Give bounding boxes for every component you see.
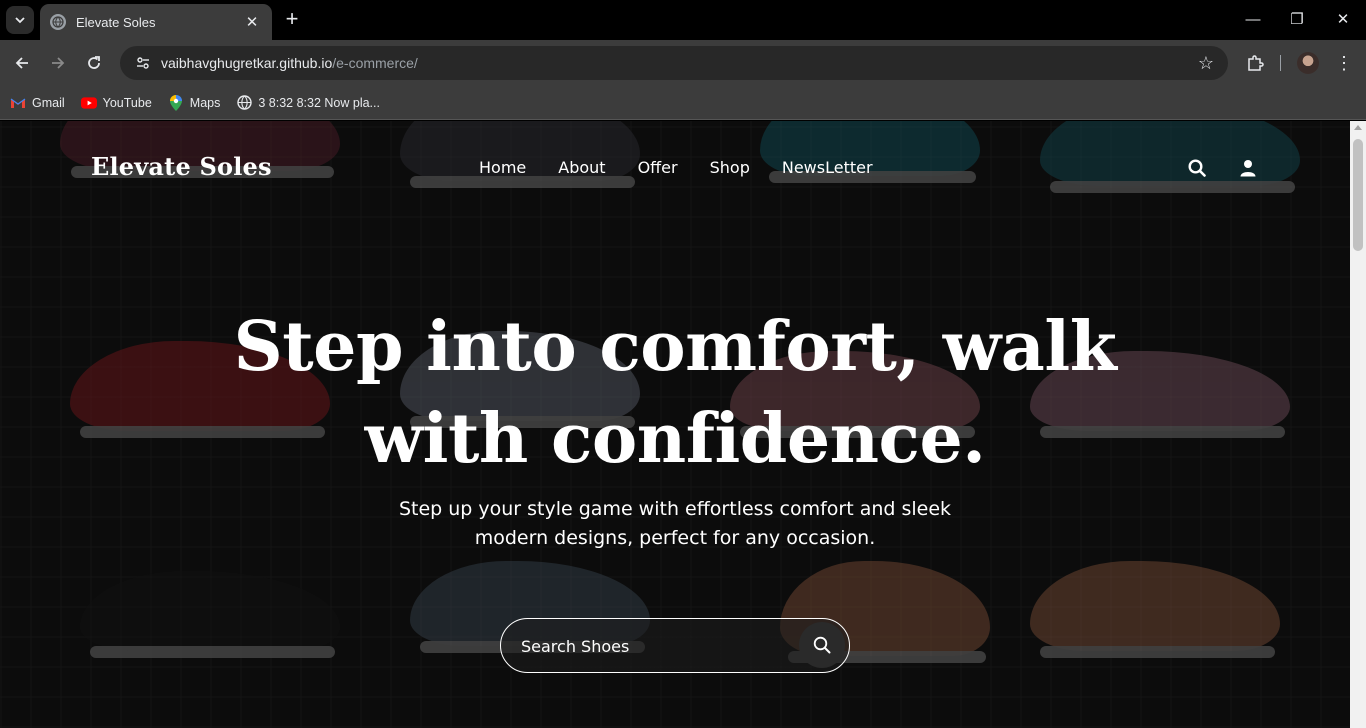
maps-icon [168,94,184,111]
bookmark-maps[interactable]: Maps [168,94,221,111]
tab-strip: Elevate Soles ✕ + — ❐ ✕ [0,0,1366,40]
forward-arrow-icon [52,57,65,69]
youtube-icon [80,95,97,111]
browser-toolbar: vaibhavghugretkar.github.io/e-commerce/ … [0,40,1366,86]
window-close-button[interactable]: ✕ [1328,8,1358,32]
bookmark-label: 3 8:32 8:32 Now pla... [258,95,380,110]
site-settings-icon[interactable] [134,54,152,72]
scroll-up-arrow-icon[interactable] [1354,125,1362,130]
url-path: /e-commerce/ [332,55,418,71]
menu-kebab-icon[interactable]: ⋮ [1334,51,1354,75]
bookmark-label: YouTube [102,95,152,110]
scroll-thumb[interactable] [1353,139,1363,251]
search-icon[interactable] [1186,157,1208,179]
nav-newsletter[interactable]: NewsLetter [782,158,873,177]
profile-avatar[interactable] [1297,52,1319,74]
shoe-search-bar [500,618,850,673]
hero-title: Step into comfort, walk with confidence. [233,307,1117,479]
bookmark-gmail[interactable]: Gmail [10,95,65,111]
nav-about[interactable]: About [558,158,605,177]
tab-close-icon[interactable]: ✕ [242,13,262,31]
gmail-icon [10,95,26,111]
site-logo[interactable]: Elevate Soles [91,152,272,181]
browser-tab[interactable]: Elevate Soles ✕ [40,4,272,40]
bookmark-label: Maps [189,95,221,110]
reload-button[interactable] [79,48,109,78]
extensions-button[interactable] [1242,50,1268,76]
search-icon [813,636,831,654]
page-viewport: Elevate Soles Home About Offer Shop News… [0,121,1350,728]
page-scrollbar[interactable] [1350,121,1366,728]
bookmarks-bar: Gmail YouTube Maps 3 8:32 8:32 Now pla..… [0,86,1366,120]
search-input[interactable] [521,631,791,661]
hero-subtitle: Step up your style game with effortless … [398,498,952,549]
puzzle-icon [1248,55,1264,71]
address-bar[interactable]: vaibhavghugretkar.github.io/e-commerce/ … [120,46,1228,80]
user-icon[interactable] [1237,157,1259,179]
globe-icon [236,95,252,111]
bookmark-now-playing[interactable]: 3 8:32 8:32 Now pla... [236,95,380,111]
nav-offer[interactable]: Offer [638,158,678,177]
restore-button[interactable]: ❐ [1282,8,1312,32]
forward-button[interactable] [43,48,73,78]
nav-home[interactable]: Home [479,158,526,177]
back-arrow-icon [15,57,28,69]
tab-title: Elevate Soles [76,14,156,30]
globe-icon [50,14,66,30]
back-button[interactable] [7,48,37,78]
chevron-down-icon [15,17,25,24]
minimize-button[interactable]: — [1238,8,1268,32]
bookmark-label: Gmail [32,95,65,110]
new-tab-button[interactable]: + [280,8,304,32]
reload-icon [88,56,100,69]
toolbar-divider [1280,55,1281,71]
url-host: vaibhavghugretkar.github.io [161,55,333,71]
tab-search-button[interactable] [6,6,34,34]
site-nav: Home About Offer Shop NewsLetter [479,158,873,177]
bookmark-youtube[interactable]: YouTube [80,95,152,111]
nav-shop[interactable]: Shop [710,158,750,177]
bookmark-star-icon[interactable]: ☆ [1198,53,1214,74]
search-button[interactable] [799,622,845,668]
